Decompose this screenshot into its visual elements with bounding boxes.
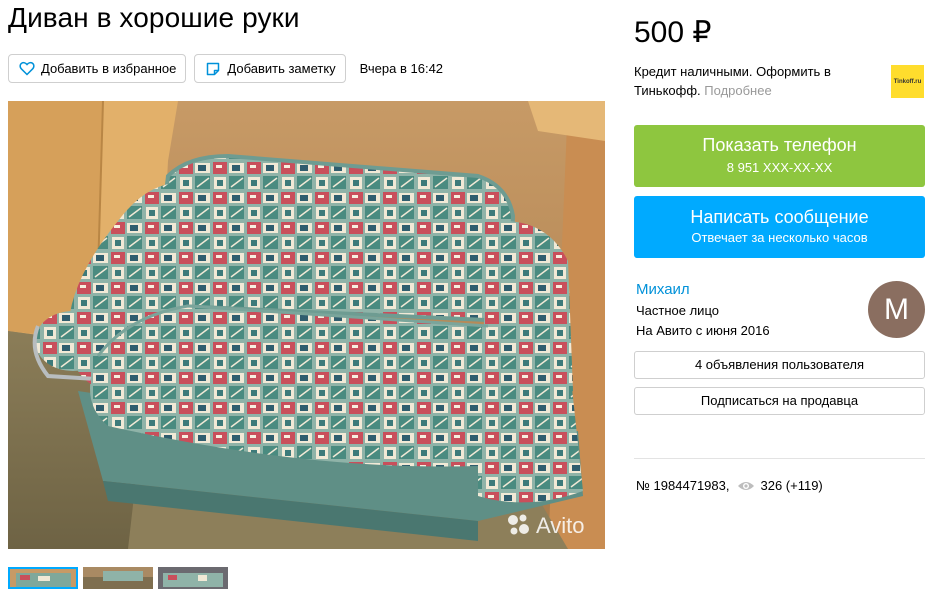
seller-name-link[interactable]: Михаил: [636, 281, 770, 298]
note-icon: [207, 62, 220, 75]
price: 500 ₽: [634, 16, 712, 49]
eye-icon: [738, 481, 755, 490]
write-message-button[interactable]: Написать сообщение Отвечает за несколько…: [634, 196, 925, 258]
credit-more-link[interactable]: Подробнее: [704, 83, 771, 98]
seller-ads-button[interactable]: 4 объявления пользователя: [634, 351, 925, 379]
thumbnail-2[interactable]: [83, 567, 153, 589]
main-photo[interactable]: Avito: [8, 101, 605, 549]
views-counter: 326 (+119): [737, 478, 823, 493]
action-bar: Добавить в избранное Добавить заметку Вч…: [8, 54, 443, 83]
thumbnail-1[interactable]: [8, 567, 78, 589]
response-time: Отвечает за несколько часов: [691, 230, 868, 245]
listing-meta: № 1984471983, 326 (+119): [636, 478, 823, 493]
add-to-favorites-label: Добавить в избранное: [41, 61, 177, 76]
credit-offer: Кредит наличными. Оформить в Тинькофф. П…: [634, 62, 866, 100]
page-title: Диван в хорошие руки: [8, 2, 300, 33]
sofa-photo-illustration: Avito: [8, 101, 605, 549]
tinkoff-logo[interactable]: Tinkoff.ru: [891, 65, 924, 98]
seller-type: Частное лицо: [636, 303, 719, 318]
avatar[interactable]: М: [868, 281, 925, 338]
heart-icon: [19, 61, 35, 76]
write-message-label: Написать сообщение: [690, 207, 869, 227]
views-count: 326 (+119): [760, 478, 823, 493]
thumbnail-strip: [8, 567, 228, 589]
seller-since: На Авито с июня 2016: [636, 323, 770, 338]
seller-info: Михаил Частное лицо На Авито с июня 2016: [636, 281, 770, 338]
subscribe-seller-button[interactable]: Подписаться на продавца: [634, 387, 925, 415]
thumbnail-3[interactable]: [158, 567, 228, 589]
add-to-favorites-button[interactable]: Добавить в избранное: [8, 54, 187, 83]
publish-date: Вчера в 16:42: [359, 61, 444, 76]
add-note-button[interactable]: Добавить заметку: [194, 54, 346, 83]
add-note-label: Добавить заметку: [227, 61, 336, 76]
phone-number-masked: 8 951 XXX-XX-XX: [726, 160, 833, 175]
watermark-text: Avito: [536, 513, 585, 538]
listing-id: № 1984471983,: [636, 478, 730, 493]
show-phone-button[interactable]: Показать телефон 8 951 XXX-XX-XX: [634, 125, 925, 187]
divider: [634, 458, 925, 459]
show-phone-label: Показать телефон: [702, 135, 857, 155]
